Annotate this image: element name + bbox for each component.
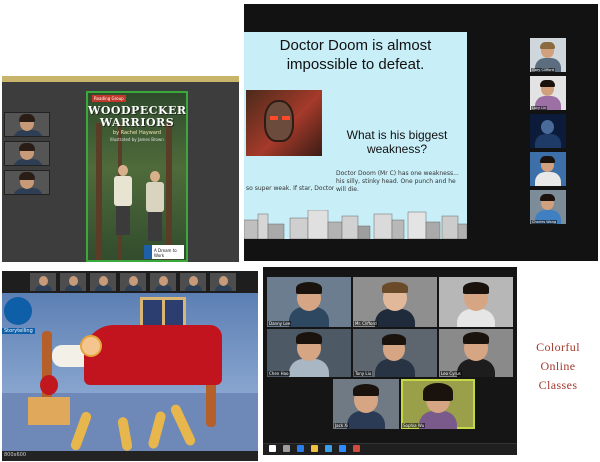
book-cover: Reading Group WOODPECKER WARRIORS by Rac… <box>86 91 188 262</box>
caption-line: Online <box>540 359 576 373</box>
participant-video[interactable]: Tony Liu <box>353 329 437 377</box>
caption-line: Colorful <box>536 340 580 354</box>
city-skyline-graphic <box>244 210 467 239</box>
gold-top-bar <box>2 76 239 82</box>
caption-text: Colorful Online Classes <box>521 338 595 395</box>
folder-icon[interactable] <box>311 445 318 452</box>
series-badge: A Dream to Work <box>144 245 184 259</box>
participant-video[interactable]: Gary Clifford <box>530 38 566 72</box>
character-illustration <box>112 165 134 235</box>
participant-video[interactable] <box>30 273 56 291</box>
publisher-label: Reading Group <box>92 95 126 102</box>
storytelling-logo-icon <box>4 297 32 325</box>
cartoon-story-screen: Storytelling 800x600 <box>2 271 258 461</box>
participant-video[interactable] <box>439 277 513 327</box>
slide-headline: Doctor Doom is almost impossible to defe… <box>279 37 432 73</box>
participant-video[interactable] <box>4 141 50 166</box>
slide-answer-left: so super weak. If star, Doctor Doom <box>246 185 334 192</box>
participant-video[interactable]: Danny Lee <box>267 277 351 327</box>
participant-video[interactable] <box>530 152 566 186</box>
participant-sidebar: Gary Clifford Lucy Lin Charles Wang <box>530 38 566 228</box>
participant-video[interactable] <box>210 273 236 291</box>
search-icon[interactable] <box>283 445 290 452</box>
tree-illustration <box>96 123 102 260</box>
participant-video[interactable]: Jack Xi <box>333 379 399 429</box>
logo-text: Storytelling <box>2 328 35 334</box>
participant-video[interactable] <box>150 273 176 291</box>
participant-strip <box>2 271 258 293</box>
participant-video[interactable] <box>4 112 50 137</box>
presentation-slide: Doctor Doom is almost impossible to defe… <box>244 32 467 239</box>
taskbar: 800x600 <box>2 451 258 461</box>
book-illustrator: Illustrated by James Brown <box>110 137 164 142</box>
gallery-view-screen: Danny Lee Mr. Clifford Chen Hao Tony Liu… <box>263 267 517 455</box>
tree-illustration <box>166 123 172 260</box>
participant-strip <box>4 112 50 199</box>
browser-icon[interactable] <box>297 445 304 452</box>
bedside-table <box>28 397 70 425</box>
participant-video[interactable]: Charles Wang <box>530 190 566 224</box>
alarm-clock-icon <box>40 375 58 395</box>
slide-question: What is his biggest weakness? <box>346 128 448 156</box>
slide-answer: Doctor Doom (Mr C) has one weakness... h… <box>336 170 459 193</box>
participant-video[interactable] <box>90 273 116 291</box>
participant-video[interactable] <box>60 273 86 291</box>
app-icon[interactable] <box>353 445 360 452</box>
villain-image <box>246 90 322 156</box>
participant-video[interactable]: Chen Hao <box>267 329 351 377</box>
participant-video[interactable]: Mr. Clifford <box>353 277 437 327</box>
participant-video[interactable] <box>120 273 146 291</box>
participant-video[interactable] <box>530 114 566 148</box>
participant-video[interactable]: Lucy Lin <box>530 76 566 110</box>
book-share-screen: Reading Group WOODPECKER WARRIORS by Rac… <box>2 76 239 262</box>
participant-video[interactable] <box>4 170 50 195</box>
character-illustration <box>144 171 166 241</box>
book-author: by Rachel Hayward <box>112 130 162 136</box>
mail-icon[interactable] <box>325 445 332 452</box>
participant-video[interactable]: Leo Cyrus <box>439 329 513 377</box>
book-title: WOODPECKER WARRIORS <box>88 104 187 129</box>
red-blanket <box>84 325 222 385</box>
caption-line: Classes <box>538 378 578 392</box>
active-speaker-video[interactable]: Sophia Wu <box>401 379 475 429</box>
sleeping-child <box>80 335 102 357</box>
slide-share-screen: Doctor Doom is almost impossible to defe… <box>244 4 598 261</box>
windows-start-icon[interactable] <box>269 445 276 452</box>
zoom-app-icon[interactable] <box>339 445 346 452</box>
participant-video[interactable] <box>180 273 206 291</box>
